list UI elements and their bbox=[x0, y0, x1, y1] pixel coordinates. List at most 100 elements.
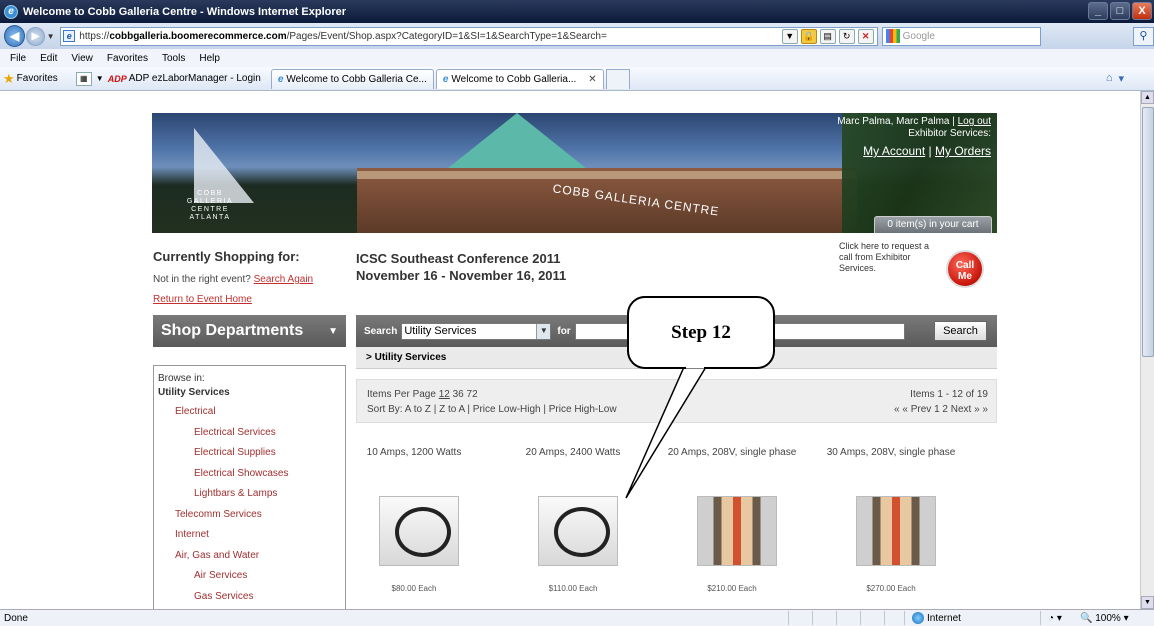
cobb-galleria-logo[interactable]: COBB GALLERIA CENTRE ATLANTA bbox=[164, 128, 264, 228]
home-icon[interactable]: ⌂ bbox=[1106, 72, 1113, 85]
vertical-scrollbar[interactable]: ▲ ▼ bbox=[1140, 91, 1154, 609]
sidebar-item[interactable]: Electrical Supplies bbox=[158, 443, 345, 464]
menu-edit[interactable]: Edit bbox=[38, 53, 59, 64]
stop-icon[interactable]: ✕ bbox=[857, 28, 874, 44]
home-dropdown-icon[interactable]: ▾ bbox=[1118, 72, 1124, 85]
lock-icon[interactable]: 🔒 bbox=[800, 28, 817, 44]
menu-favorites[interactable]: Favorites bbox=[105, 53, 150, 64]
per-page-36[interactable]: 36 bbox=[453, 389, 464, 400]
product-name[interactable]: 30 Amps, 208V, single phase bbox=[821, 446, 961, 459]
close-button[interactable]: X bbox=[1132, 2, 1152, 20]
scroll-thumb[interactable] bbox=[1142, 107, 1154, 357]
sidebar-item[interactable]: Telecomm Services bbox=[158, 505, 345, 526]
category-select[interactable]: Utility Services ▼ bbox=[401, 322, 552, 340]
pager[interactable]: « « Prev 1 2 Next » » bbox=[894, 402, 988, 417]
google-icon bbox=[885, 29, 900, 43]
tab-2[interactable]: e Welcome to Cobb Galleria... ✕ bbox=[435, 68, 604, 89]
not-right-event: Not in the right event? Search Again bbox=[153, 274, 313, 285]
search-button[interactable]: Search bbox=[934, 321, 987, 341]
tab-1-label: Welcome to Cobb Galleria Ce... bbox=[286, 73, 427, 85]
return-home: Return to Event Home bbox=[153, 294, 252, 305]
menu-help[interactable]: Help bbox=[197, 53, 222, 64]
web-search-input[interactable]: Google bbox=[881, 26, 1041, 46]
product-price: $270.00 Each bbox=[866, 584, 916, 593]
category-select-value: Utility Services bbox=[404, 325, 477, 337]
menu-file[interactable]: File bbox=[8, 53, 28, 64]
window-titlebar: e Welcome to Cobb Galleria Centre - Wind… bbox=[0, 0, 1154, 23]
my-account-link[interactable]: My Account bbox=[863, 144, 925, 158]
chevron-down-icon[interactable]: ▼ bbox=[328, 326, 338, 337]
product-image[interactable] bbox=[697, 496, 777, 566]
product-image[interactable] bbox=[379, 496, 459, 566]
browse-category[interactable]: Utility Services bbox=[158, 384, 345, 402]
site-banner: COBB GALLERIA CENTRE ATLANTA COBB GALLER… bbox=[152, 113, 997, 233]
scroll-down-icon[interactable]: ▼ bbox=[1141, 596, 1154, 609]
sidebar-item[interactable]: Electrical Services bbox=[158, 423, 345, 444]
sidebar-item[interactable]: Air Services bbox=[158, 566, 345, 587]
menu-view[interactable]: View bbox=[69, 53, 95, 64]
product-name[interactable]: 20 Amps, 208V, single phase bbox=[662, 446, 802, 459]
per-page-12[interactable]: 12 bbox=[439, 389, 450, 400]
logout-link[interactable]: Log out bbox=[958, 116, 991, 127]
product-price: $210.00 Each bbox=[707, 584, 757, 593]
favorites-star-icon[interactable]: ★ bbox=[3, 71, 15, 87]
scroll-up-icon[interactable]: ▲ bbox=[1141, 91, 1154, 104]
sidebar-item[interactable]: Gas Services bbox=[158, 587, 345, 608]
search-again-link[interactable]: Search Again bbox=[254, 274, 314, 285]
product-name[interactable]: 20 Amps, 2400 Watts bbox=[503, 446, 643, 459]
tab-list-dropdown-icon[interactable]: ▼ bbox=[96, 74, 104, 83]
minimize-button[interactable]: _ bbox=[1088, 2, 1108, 20]
currently-shopping-heading: Currently Shopping for: bbox=[153, 249, 300, 264]
status-sep bbox=[788, 611, 789, 625]
search-go-icon[interactable]: ⚲ bbox=[1132, 26, 1154, 46]
product-card: 20 Amps, 2400 Watts $110.00 Each bbox=[503, 446, 643, 593]
exhibitor-services-label: Exhibitor Services: bbox=[908, 128, 991, 139]
security-zone[interactable]: Internet bbox=[912, 612, 961, 624]
sidebar-item[interactable]: Internet bbox=[158, 525, 345, 546]
back-button[interactable]: ◀ bbox=[4, 25, 26, 47]
maximize-button[interactable]: □ bbox=[1110, 2, 1130, 20]
product-image[interactable] bbox=[538, 496, 618, 566]
chevron-down-icon[interactable]: ▼ bbox=[536, 323, 551, 339]
tab-close-icon[interactable]: ✕ bbox=[588, 74, 596, 85]
compatibility-icon[interactable]: ▤ bbox=[819, 28, 836, 44]
zoom-level[interactable]: 🔍 100% ▾ bbox=[1080, 613, 1129, 624]
url-field[interactable]: e https://cobbgalleria.boomerecommerce.c… bbox=[60, 26, 878, 46]
shop-departments-title: Shop Departments bbox=[161, 322, 304, 339]
menu-tools[interactable]: Tools bbox=[160, 53, 187, 64]
status-sep bbox=[860, 611, 861, 625]
event-dates: November 16 - November 16, 2011 bbox=[356, 268, 567, 283]
sidebar-item[interactable]: Electrical bbox=[158, 402, 345, 423]
product-card: 30 Amps, 208V, single phase $270.00 Each bbox=[821, 446, 961, 593]
my-orders-link[interactable]: My Orders bbox=[935, 144, 991, 158]
url-path: /Pages/Event/Shop.aspx?CategoryID=1&SI=1… bbox=[286, 30, 607, 42]
url-dropdown-icon[interactable]: ▼ bbox=[781, 28, 798, 44]
sidebar-item[interactable]: Air, Gas and Water bbox=[158, 546, 345, 567]
cart-tab[interactable]: 0 item(s) in your cart bbox=[874, 216, 992, 233]
product-image[interactable] bbox=[856, 496, 936, 566]
ie-logo-icon: e bbox=[4, 4, 18, 19]
forward-button[interactable]: ▶ bbox=[26, 26, 45, 46]
protected-mode-icon[interactable]: ◔ ▾ bbox=[1048, 613, 1062, 624]
search-placeholder: Google bbox=[902, 30, 935, 42]
zoom-value: 100% bbox=[1095, 612, 1121, 624]
per-page-72[interactable]: 72 bbox=[467, 389, 478, 400]
sidebar-item[interactable]: Electrical Showcases bbox=[158, 464, 345, 485]
return-event-home-link[interactable]: Return to Event Home bbox=[153, 294, 252, 305]
product-price: $110.00 Each bbox=[548, 584, 598, 593]
history-dropdown-icon[interactable]: ▼ bbox=[47, 32, 57, 41]
favorite-link-adp[interactable]: ADP ADP ezLaborManager - Login bbox=[108, 73, 261, 84]
adp-icon: ADP bbox=[107, 73, 127, 84]
refresh-icon[interactable]: ↻ bbox=[838, 28, 855, 44]
new-tab-button[interactable] bbox=[605, 68, 630, 89]
call-request-text[interactable]: Click here to request a call from Exhibi… bbox=[839, 241, 939, 274]
tab-1[interactable]: e Welcome to Cobb Galleria Ce... bbox=[270, 68, 434, 89]
shop-departments-header[interactable]: Shop Departments ▼ bbox=[153, 315, 346, 347]
product-name[interactable]: 10 Amps, 1200 Watts bbox=[344, 446, 484, 459]
call-me-button[interactable]: Call Me bbox=[946, 250, 984, 288]
search-label: Search bbox=[364, 325, 398, 337]
favorites-label[interactable]: Favorites bbox=[17, 73, 58, 84]
quick-tabs-icon[interactable]: ▦ bbox=[75, 71, 92, 86]
url-host: cobbgalleria.boomerecommerce.com bbox=[109, 30, 287, 42]
sidebar-item[interactable]: Lightbars & Lamps bbox=[158, 484, 345, 505]
